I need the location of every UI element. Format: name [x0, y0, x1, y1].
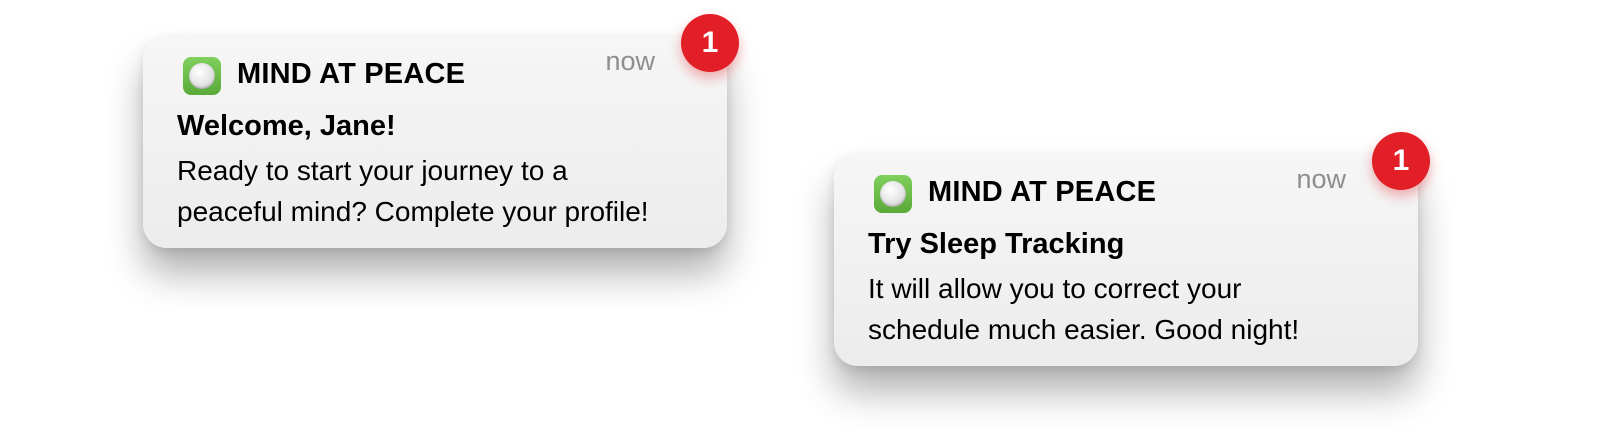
notification-body: It will allow you to correct your schedu…	[868, 268, 1398, 350]
notification-card-welcome[interactable]: MIND AT PEACE now 1 Welcome, Jane! Ready…	[143, 14, 739, 248]
notification-canvas: MIND AT PEACE now 1 Welcome, Jane! Ready…	[0, 0, 1600, 428]
mind-at-peace-app-icon	[874, 175, 912, 213]
notification-time: now	[605, 46, 655, 76]
notification-title: Try Sleep Tracking	[868, 228, 1125, 260]
notification-body-line: peaceful mind? Complete your profile!	[177, 196, 649, 227]
app-name: MIND AT PEACE	[237, 58, 466, 90]
mind-at-peace-app-icon	[183, 57, 221, 95]
app-icon-dot	[880, 181, 906, 207]
app-icon-dot	[189, 63, 215, 89]
notification-body: Ready to start your journey to a peacefu…	[177, 150, 707, 232]
badge-count: 1	[681, 14, 739, 72]
notification-body-line: It will allow you to correct your	[868, 273, 1242, 304]
notification-body-line: schedule much easier. Good night!	[868, 314, 1300, 345]
notification-body-line: Ready to start your journey to a	[177, 155, 568, 186]
notification-time: now	[1296, 164, 1346, 194]
notification-title: Welcome, Jane!	[177, 110, 396, 142]
notification-card-sleep-tracking[interactable]: MIND AT PEACE now 1 Try Sleep Tracking I…	[834, 132, 1430, 366]
badge-count: 1	[1372, 132, 1430, 190]
app-name: MIND AT PEACE	[928, 176, 1157, 208]
